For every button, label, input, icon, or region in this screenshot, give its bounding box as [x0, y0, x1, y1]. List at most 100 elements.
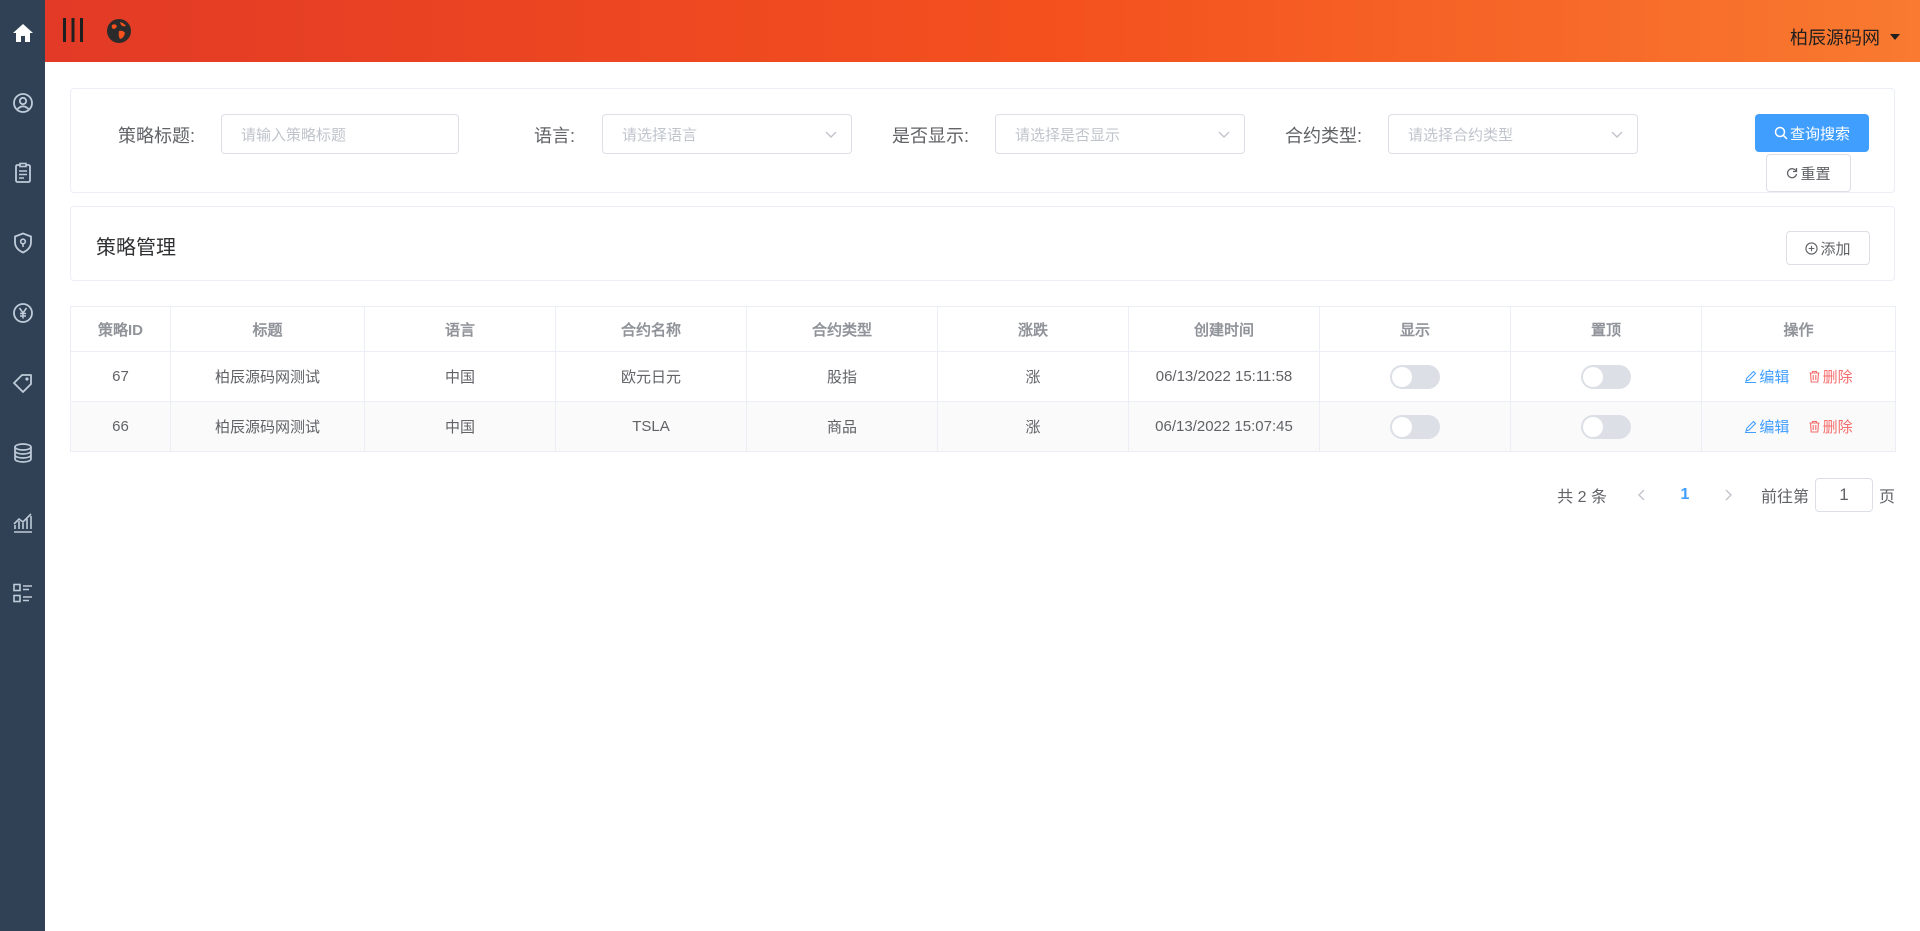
table-row: 67 柏辰源码网测试 中国 欧元日元 股指 涨 06/13/2022 15:11…	[70, 351, 1896, 402]
next-page-button[interactable]	[1713, 480, 1743, 510]
add-button-label: 添加	[1820, 240, 1851, 258]
edit-icon	[1745, 420, 1757, 433]
delete-label: 删除	[1822, 419, 1853, 436]
refresh-icon	[1787, 168, 1798, 179]
reset-button[interactable]: 重置	[1766, 154, 1851, 192]
language-select[interactable]: 请选择语言	[602, 114, 852, 154]
cell-language: 中国	[364, 351, 556, 402]
cell-change: 涨	[937, 351, 1129, 402]
trash-icon	[1809, 370, 1820, 383]
display-toggle[interactable]	[1390, 364, 1440, 389]
sidebar-item-finance[interactable]	[0, 291, 45, 335]
column-header-created: 创建时间	[1128, 306, 1320, 352]
cell-created: 06/13/2022 15:11:58	[1128, 351, 1320, 402]
column-header-contract-name: 合约名称	[555, 306, 747, 352]
search-button[interactable]: 查询搜索	[1755, 114, 1869, 152]
user-dropdown[interactable]: 柏辰源码网	[1790, 24, 1900, 50]
contract-type-label: 合约类型:	[1285, 126, 1363, 146]
clipboard-icon	[14, 162, 31, 183]
plus-circle-icon	[1805, 241, 1819, 255]
contract-type-placeholder: 请选择合约类型	[1408, 126, 1514, 144]
column-header-top: 置顶	[1510, 306, 1702, 352]
user-icon	[12, 93, 33, 113]
edit-label: 编辑	[1759, 419, 1790, 436]
delete-button[interactable]: 删除	[1808, 366, 1853, 387]
chevron-right-icon	[1725, 489, 1732, 501]
column-header-language: 语言	[364, 306, 556, 352]
search-icon	[1774, 126, 1788, 140]
top-toggle[interactable]	[1581, 414, 1631, 439]
chevron-left-icon	[1637, 489, 1645, 501]
sidebar-item-security[interactable]	[0, 221, 45, 265]
list-icon	[12, 583, 32, 603]
title-label: 策略标题:	[118, 126, 196, 146]
menu-toggle-icon[interactable]	[61, 17, 85, 43]
prev-page-button[interactable]	[1627, 480, 1657, 510]
top-toggle[interactable]	[1581, 364, 1631, 389]
cell-created: 06/13/2022 15:07:45	[1128, 401, 1320, 452]
chart-icon	[12, 513, 32, 533]
search-form: 策略标题: 请输入策略标题 语言: 请选择语言 是否显示: 请选择是否显示 合约…	[70, 88, 1895, 193]
cell-title: 柏辰源码网测试	[170, 351, 365, 402]
page-number[interactable]: 1	[1667, 486, 1703, 504]
yen-icon	[12, 303, 33, 323]
strategy-table: 策略ID 标题 语言 合约名称 合约类型 涨跌 创建时间 显示 置顶 操作 67…	[70, 306, 1896, 452]
cell-language: 中国	[364, 401, 556, 452]
toggle-knob	[1583, 366, 1603, 387]
edit-label: 编辑	[1759, 369, 1790, 386]
tag-icon	[12, 374, 32, 393]
cell-title: 柏辰源码网测试	[170, 401, 365, 452]
cell-top	[1510, 351, 1702, 402]
sidebar-item-clipboard[interactable]	[0, 151, 45, 195]
cell-id: 67	[70, 351, 171, 402]
coins-icon	[13, 443, 32, 463]
title-input[interactable]: 请输入策略标题	[221, 114, 459, 154]
page-title: 策略管理	[96, 237, 176, 259]
language-placeholder: 请选择语言	[622, 126, 698, 144]
goto-prefix: 前往第	[1760, 489, 1809, 506]
cell-id: 66	[70, 401, 171, 452]
display-toggle[interactable]	[1390, 414, 1440, 439]
column-header-change: 涨跌	[937, 306, 1129, 352]
contract-type-select[interactable]: 请选择合约类型	[1388, 114, 1638, 154]
chevron-down-icon	[825, 131, 837, 138]
column-header-contract-type: 合约类型	[746, 306, 938, 352]
add-button[interactable]: 添加	[1786, 231, 1870, 265]
table-header-row: 策略ID 标题 语言 合约名称 合约类型 涨跌 创建时间 显示 置顶 操作	[70, 306, 1896, 352]
delete-label: 删除	[1822, 369, 1853, 386]
edit-button[interactable]: 编辑	[1744, 366, 1789, 387]
column-header-title: 标题	[170, 306, 365, 352]
chevron-down-icon	[1218, 131, 1230, 138]
cell-top	[1510, 401, 1702, 452]
cell-change: 涨	[937, 401, 1129, 452]
shield-icon	[13, 232, 32, 254]
sidebar-item-home[interactable]	[0, 11, 45, 55]
edit-button[interactable]: 编辑	[1744, 416, 1789, 437]
cell-contract-name: 欧元日元	[555, 351, 747, 402]
sidebar-item-user[interactable]	[0, 81, 45, 125]
language-label: 语言:	[534, 126, 576, 146]
table-row: 66 柏辰源码网测试 中国 TSLA 商品 涨 06/13/2022 15:07…	[70, 401, 1896, 452]
cell-display	[1319, 351, 1511, 402]
sidebar-item-coins[interactable]	[0, 431, 45, 475]
cell-display	[1319, 401, 1511, 452]
sidebar-item-tags[interactable]	[0, 361, 45, 405]
toggle-knob	[1392, 416, 1412, 437]
panel-header: 策略管理 添加	[70, 206, 1895, 281]
home-icon	[12, 24, 33, 42]
sidebar	[0, 0, 45, 931]
goto-page-input[interactable]: 1	[1814, 478, 1873, 512]
top-navbar: 柏辰源码网	[45, 0, 1920, 62]
cell-actions: 编辑 删除	[1701, 401, 1896, 452]
sidebar-item-chart[interactable]	[0, 501, 45, 545]
globe-icon[interactable]	[105, 17, 133, 45]
delete-button[interactable]: 删除	[1808, 416, 1853, 437]
title-placeholder: 请输入策略标题	[241, 126, 347, 144]
cell-contract-type: 商品	[746, 401, 938, 452]
sidebar-item-list[interactable]	[0, 571, 45, 615]
toggle-knob	[1583, 416, 1603, 437]
cell-contract-type: 股指	[746, 351, 938, 402]
display-select[interactable]: 请选择是否显示	[995, 114, 1245, 154]
user-name: 柏辰源码网	[1790, 28, 1880, 48]
search-button-label: 查询搜索	[1789, 125, 1850, 143]
